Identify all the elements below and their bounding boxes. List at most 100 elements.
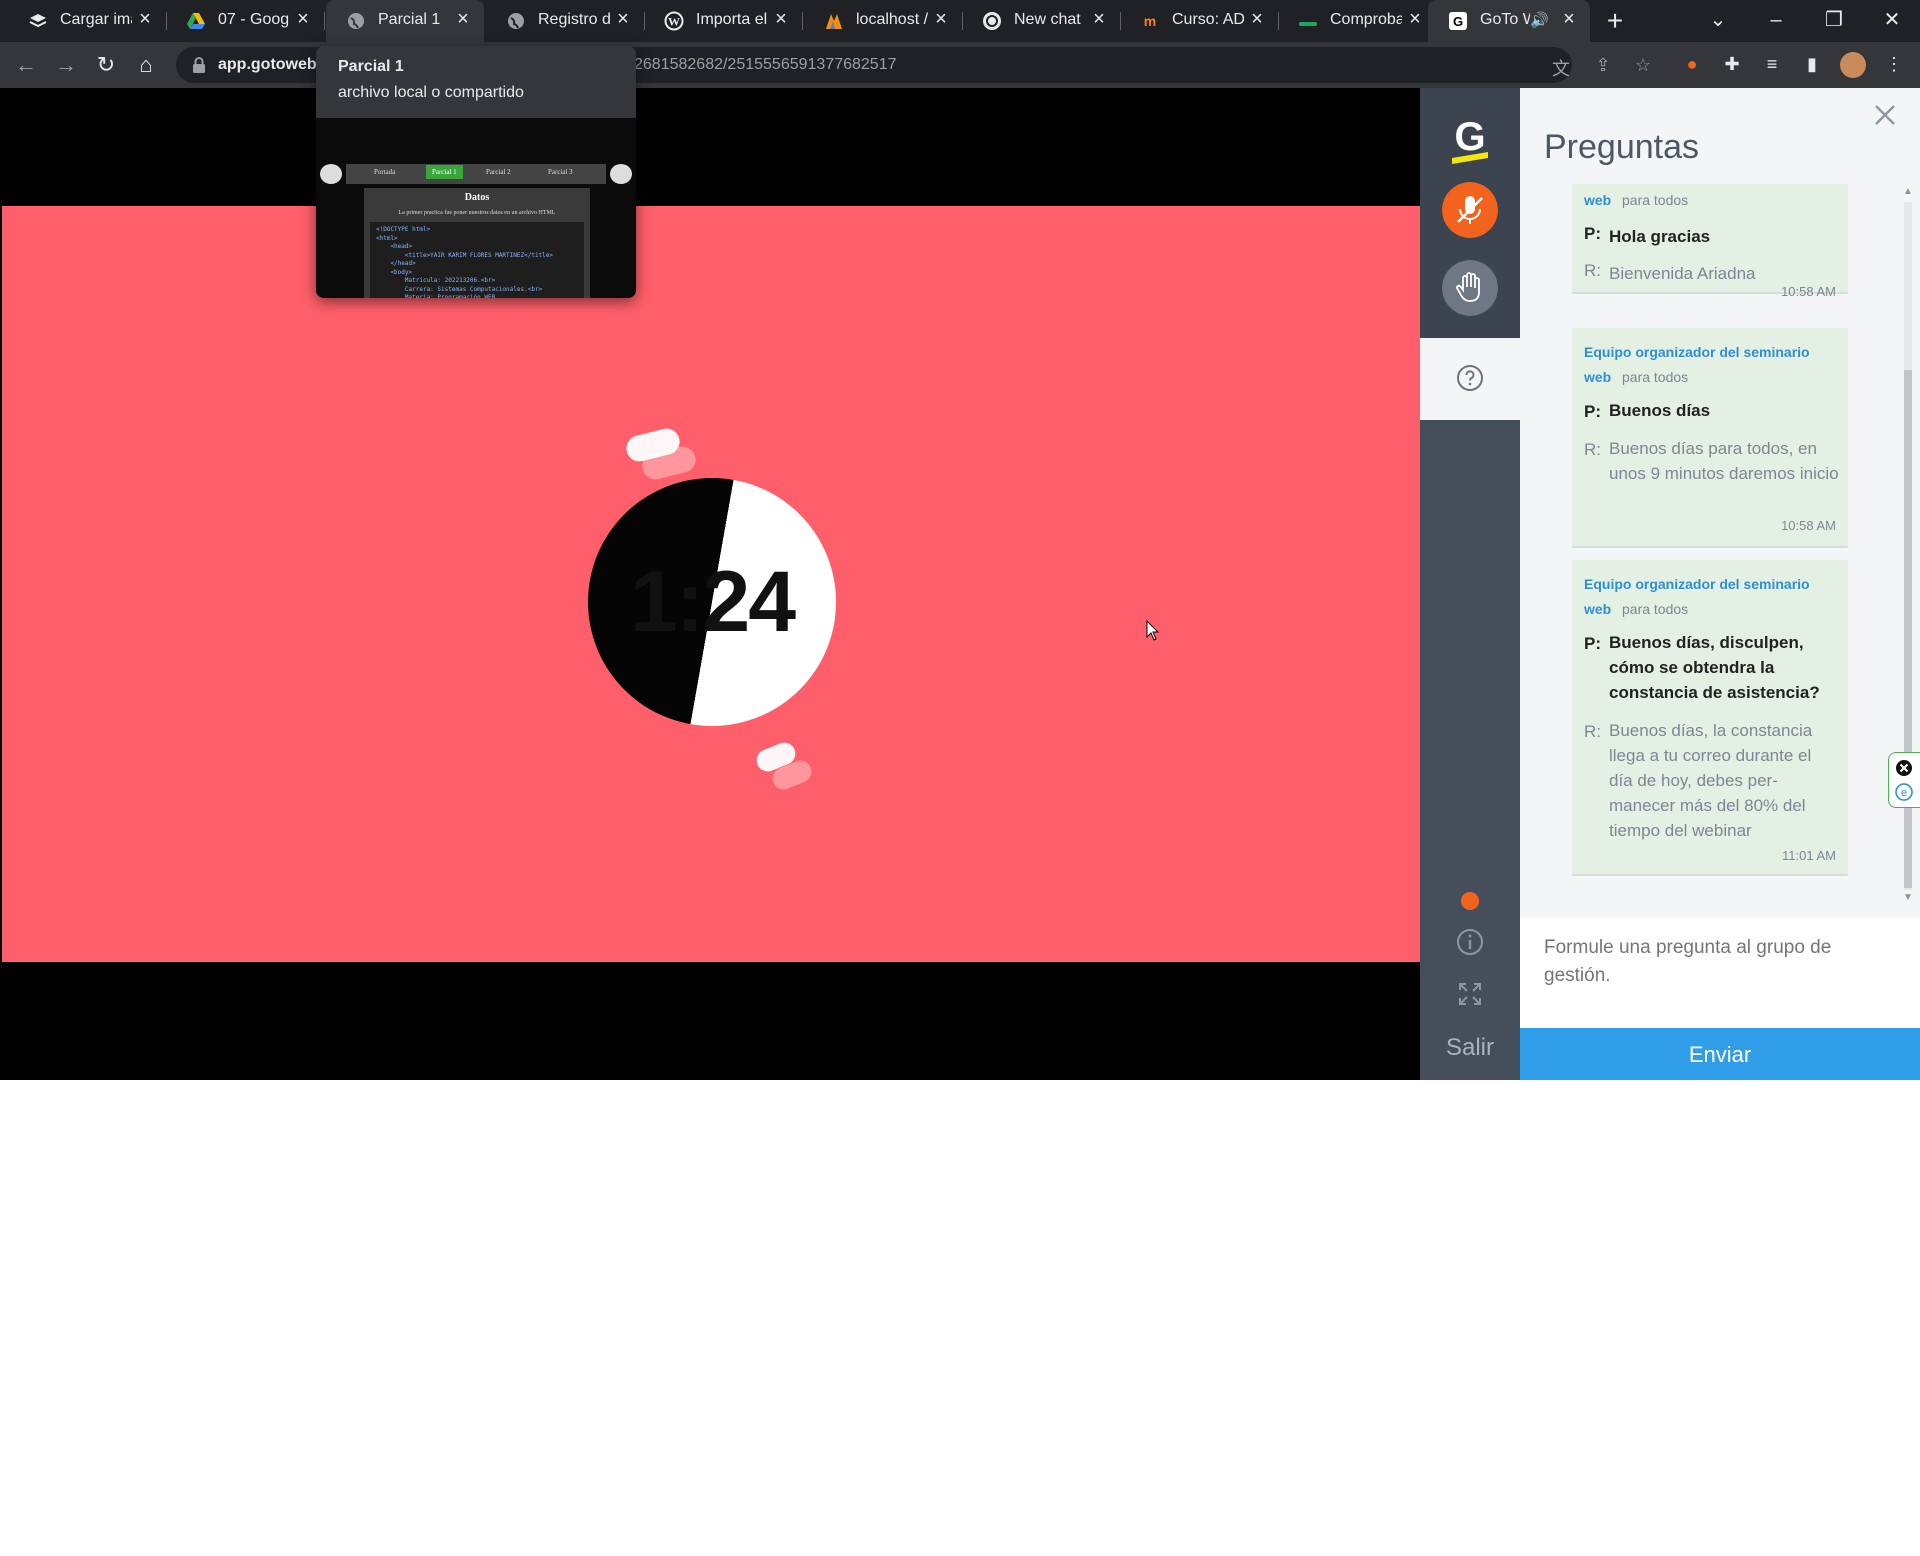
- goto-icon: G: [1449, 12, 1467, 30]
- close-icon[interactable]: ×: [1088, 8, 1110, 31]
- stack-icon: [29, 14, 47, 28]
- preview-nav-item: Portada: [374, 168, 396, 176]
- question-card: Equipo organizador del seminario web par…: [1572, 560, 1848, 876]
- preview-nav-item: Parcial 3: [548, 168, 573, 176]
- forward-icon[interactable]: →: [50, 49, 82, 81]
- close-icon[interactable]: ×: [134, 8, 156, 31]
- answer-text: Buenos días, la constancia llega a tu co…: [1609, 721, 1813, 840]
- tab-label: Comprobac: [1330, 11, 1402, 28]
- countdown-text: 1:24: [629, 554, 796, 650]
- tab-label: Registro de: [538, 11, 610, 28]
- close-window-button[interactable]: ✕: [1864, 0, 1920, 42]
- tab-label: New chat: [1014, 11, 1081, 28]
- info-icon[interactable]: [1456, 928, 1484, 956]
- menu-kebab-icon[interactable]: ⋮: [1882, 54, 1906, 78]
- avatar[interactable]: [1840, 52, 1866, 78]
- exit-button[interactable]: Salir: [1420, 1034, 1520, 1062]
- close-icon[interactable]: ×: [612, 8, 634, 31]
- tab-parcial-1[interactable]: Parcial 1 ×: [326, 0, 484, 42]
- preview-logo-icon: [610, 164, 632, 184]
- svg-text:G: G: [1454, 115, 1485, 159]
- globe-icon: [508, 13, 524, 29]
- question-compose-area: [1520, 918, 1920, 1028]
- tab-label: Parcial 1: [378, 11, 441, 28]
- reload-icon[interactable]: ↻: [90, 49, 122, 81]
- control-rail: G Salir: [1420, 88, 1520, 1080]
- preview-heading: Datos: [464, 192, 490, 203]
- question-channel: web: [1584, 369, 1612, 385]
- close-icon[interactable]: ×: [452, 8, 474, 31]
- translate-icon[interactable]: 文: [1550, 55, 1572, 79]
- tab-label: 07 - Google: [218, 11, 290, 28]
- close-circle-icon[interactable]: [1895, 759, 1913, 777]
- share-icon[interactable]: ⇪: [1592, 55, 1614, 77]
- close-icon[interactable]: ×: [1404, 8, 1426, 31]
- question-input[interactable]: [1534, 926, 1906, 1018]
- tab-curso[interactable]: m Curso: ADM ×: [1120, 0, 1279, 42]
- tab-registro[interactable]: Registro de ×: [486, 0, 645, 42]
- close-icon[interactable]: ×: [1558, 8, 1580, 31]
- send-button[interactable]: Enviar: [1520, 1028, 1920, 1080]
- dash-icon: [1299, 22, 1317, 26]
- tab-divider: [802, 12, 803, 30]
- tab-search-icon[interactable]: ⌄: [1690, 0, 1746, 42]
- questions-list[interactable]: web para todos P: Hola gracias R: Bienve…: [1520, 184, 1900, 1004]
- close-panel-icon[interactable]: [1872, 102, 1898, 128]
- scroll-down-icon[interactable]: ▼: [1902, 892, 1914, 904]
- raise-hand-button[interactable]: [1442, 260, 1498, 316]
- countdown-timer: 1:24: [588, 478, 836, 726]
- questions-tab[interactable]: [1420, 338, 1520, 420]
- scroll-thumb[interactable]: [1904, 370, 1912, 888]
- tab-comprobacion[interactable]: Comprobac ×: [1278, 0, 1436, 42]
- close-icon[interactable]: ×: [292, 8, 314, 31]
- chatgpt-icon: [983, 12, 1001, 30]
- close-icon[interactable]: ×: [770, 8, 792, 31]
- close-icon[interactable]: ×: [1246, 8, 1268, 31]
- question-label: P:: [1584, 402, 1601, 421]
- minimize-button[interactable]: –: [1748, 0, 1804, 42]
- fullscreen-icon[interactable]: [1456, 980, 1484, 1008]
- new-tab-button[interactable]: +: [1598, 4, 1632, 38]
- tab-localhost[interactable]: localhost / ×: [804, 0, 963, 42]
- tab-wordpress[interactable]: W Importa el c ×: [644, 0, 803, 42]
- answer-text: Bienvenida Ariadna: [1609, 264, 1756, 283]
- home-icon[interactable]: ⌂: [130, 49, 162, 81]
- extension-icon[interactable]: ●: [1680, 54, 1704, 78]
- tab-label: localhost /: [856, 11, 928, 28]
- puzzle-extensions-icon[interactable]: ✚: [1720, 54, 1744, 78]
- question-text: Hola gracias: [1609, 227, 1711, 246]
- question-audience: para todos: [1622, 369, 1689, 385]
- preview-nav-item: Parcial 1: [426, 165, 463, 179]
- svg-text:G: G: [1453, 14, 1463, 29]
- questions-panel: Preguntas web para todos P: Hola gracias…: [1520, 88, 1920, 1080]
- tab-cargar-imagen[interactable]: Cargar imag ×: [8, 0, 167, 42]
- back-icon[interactable]: ←: [10, 49, 42, 81]
- hover-card-subtitle: archivo local o compartido: [338, 84, 524, 101]
- svg-text:e: e: [1901, 787, 1907, 799]
- restore-button[interactable]: ❐: [1806, 0, 1862, 42]
- question-author: Equipo organizador del seminario: [1584, 576, 1810, 592]
- hover-card-title: Parcial 1: [338, 58, 404, 75]
- tab-google-drive[interactable]: 07 - Google ×: [166, 0, 325, 42]
- microphone-button[interactable]: [1442, 182, 1498, 238]
- lock-icon[interactable]: [190, 56, 208, 74]
- url-path: 2681582682/2515556591377682517: [634, 56, 897, 73]
- speaker-icon[interactable]: 🔊: [1530, 11, 1549, 29]
- preview-code: <!DOCTYPE html> <html> <head> <title>YAI…: [370, 222, 584, 298]
- question-card: Equipo organizador del seminario web par…: [1572, 328, 1848, 548]
- tab-new-chat[interactable]: New chat ×: [962, 0, 1121, 42]
- media-control-icon[interactable]: ≡: [1760, 54, 1784, 78]
- e-letter-icon[interactable]: e: [1895, 783, 1913, 801]
- wordpress-icon: W: [664, 11, 684, 31]
- question-bubble-icon: [1457, 365, 1483, 391]
- close-icon[interactable]: ×: [930, 8, 952, 31]
- floating-extension-badge[interactable]: e: [1888, 752, 1920, 808]
- browser-toolbar: ← → ↻ ⌂ app.gotoweb 2681582682/251555659…: [0, 42, 1920, 88]
- side-panel-icon[interactable]: ▮: [1800, 54, 1824, 78]
- bookmark-star-icon[interactable]: ☆: [1632, 55, 1654, 77]
- mouse-cursor-icon: [1146, 620, 1160, 641]
- tab-gotowebinar[interactable]: G GoTo W 🔊 ×: [1428, 0, 1590, 42]
- tab-label: Cargar imag: [60, 11, 132, 28]
- scroll-up-icon[interactable]: ▲: [1902, 186, 1914, 198]
- question-label: P:: [1584, 634, 1601, 653]
